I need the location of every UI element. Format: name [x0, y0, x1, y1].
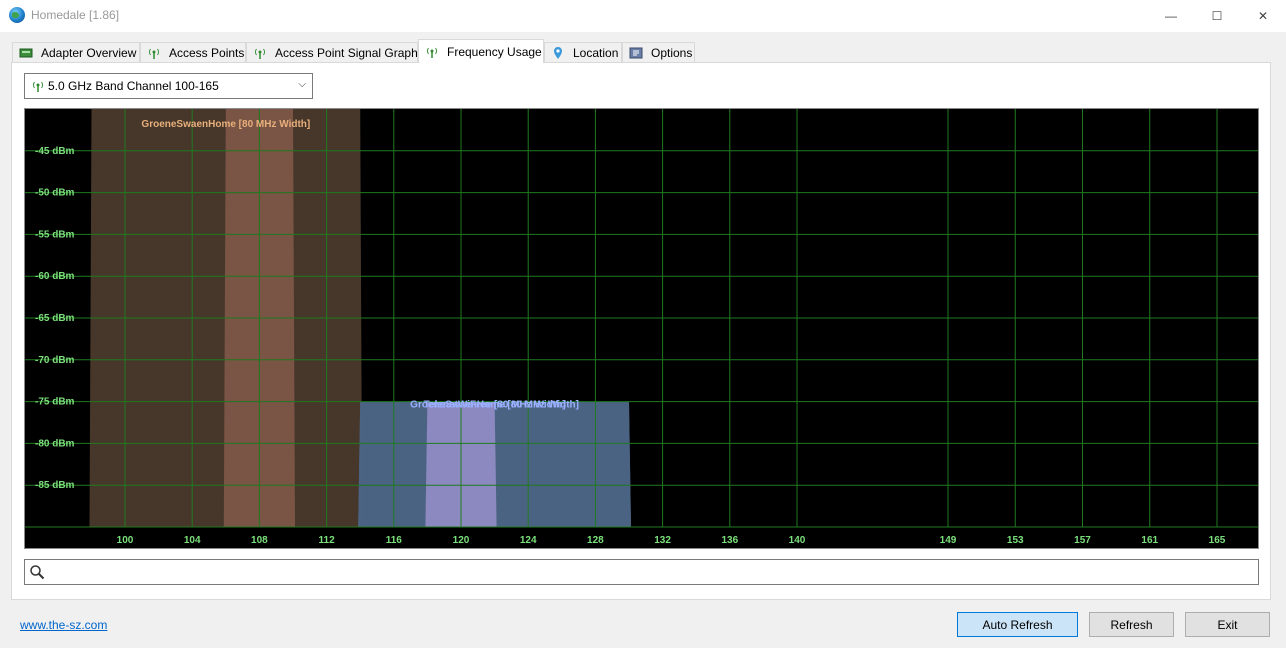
tab-label: Access Point Signal Graph — [275, 45, 418, 60]
adapter-icon — [19, 48, 33, 57]
x-tick-label: 120 — [453, 535, 470, 546]
y-tick-label: -45 dBm — [35, 146, 75, 157]
network-label: TelenetWiFree [80 MHz Width] — [424, 400, 566, 411]
x-tick-label: 132 — [654, 535, 671, 546]
exit-button[interactable]: Exit — [1185, 612, 1270, 637]
tab-options[interactable]: Options — [622, 42, 695, 62]
frequency-chart: -45 dBm -50 dBm -55 dBm -60 dBm -65 dBm -70 d… — [24, 108, 1259, 549]
chevron-down-icon[interactable]: ⌵ — [298, 79, 306, 90]
tab-label: Access Points — [169, 45, 245, 60]
tab-label: Options — [651, 45, 693, 60]
y-tick-label: -80 dBm — [35, 438, 75, 449]
antenna-icon — [149, 48, 159, 59]
x-tick-label: 157 — [1074, 535, 1091, 546]
filter-input[interactable] — [24, 559, 1259, 585]
y-tick-label: -50 dBm — [35, 188, 75, 199]
tab-label: Frequency Usage — [447, 44, 542, 59]
x-tick-label: 161 — [1141, 535, 1158, 546]
tab-access-points[interactable]: Access Points — [140, 42, 246, 62]
refresh-button[interactable]: Refresh — [1089, 612, 1174, 637]
x-tick-label: 165 — [1209, 535, 1226, 546]
location-pin-icon — [554, 46, 562, 59]
website-link[interactable]: www.the-sz.com — [20, 618, 107, 632]
x-tick-label: 128 — [587, 535, 604, 546]
search-icon — [30, 565, 45, 580]
maximize-button[interactable]: ☐ — [1194, 0, 1240, 32]
antenna-icon — [33, 81, 43, 92]
frequency-chart-svg: -45 dBm -50 dBm -55 dBm -60 dBm -65 dBm -70 d… — [25, 109, 1258, 546]
tab-frequency-usage[interactable]: Frequency Usage — [418, 39, 544, 63]
x-tick-label: 104 — [184, 535, 201, 546]
x-tick-label: 124 — [520, 535, 537, 546]
x-tick-label: 116 — [386, 535, 403, 546]
title-bar: Homedale [1.86] — ☐ ✕ — [0, 0, 1286, 32]
x-tick-label: 112 — [319, 535, 336, 546]
globe-icon — [9, 7, 25, 23]
y-tick-label: -70 dBm — [35, 355, 75, 366]
x-tick-label: 140 — [789, 535, 806, 546]
antenna-icon — [427, 47, 437, 58]
window-title: Homedale [1.86] — [31, 8, 120, 22]
tab-adapter-overview[interactable]: Adapter Overview — [12, 42, 140, 62]
y-tick-label: -85 dBm — [35, 480, 75, 491]
options-icon — [629, 47, 643, 58]
x-tick-label: 136 — [721, 535, 738, 546]
y-tick-label: -75 dBm — [35, 397, 75, 408]
antenna-icon — [255, 48, 265, 59]
band-select-value: 5.0 GHz Band Channel 100-165 — [48, 79, 219, 93]
minimize-button[interactable]: — — [1148, 0, 1194, 32]
tab-location[interactable]: Location — [544, 42, 622, 62]
band-select[interactable]: 5.0 GHz Band Channel 100-165 ⌵ — [24, 73, 313, 99]
tab-label: Adapter Overview — [41, 45, 137, 60]
close-button[interactable]: ✕ — [1240, 0, 1286, 32]
tab-label: Location — [573, 45, 619, 60]
auto-refresh-button[interactable]: Auto Refresh — [957, 612, 1078, 637]
network-label: GroeneSwaenHome [80 MHz Width] — [141, 119, 310, 130]
x-tick-label: 149 — [940, 535, 957, 546]
x-tick-label: 153 — [1007, 535, 1024, 546]
x-tick-label: 100 — [117, 535, 134, 546]
y-tick-label: -55 dBm — [35, 229, 75, 240]
y-tick-label: -65 dBm — [35, 313, 75, 324]
y-tick-label: -60 dBm — [35, 271, 75, 282]
x-tick-label: 108 — [251, 535, 268, 546]
tab-access-point-signal-graph[interactable]: Access Point Signal Graph — [246, 42, 418, 62]
